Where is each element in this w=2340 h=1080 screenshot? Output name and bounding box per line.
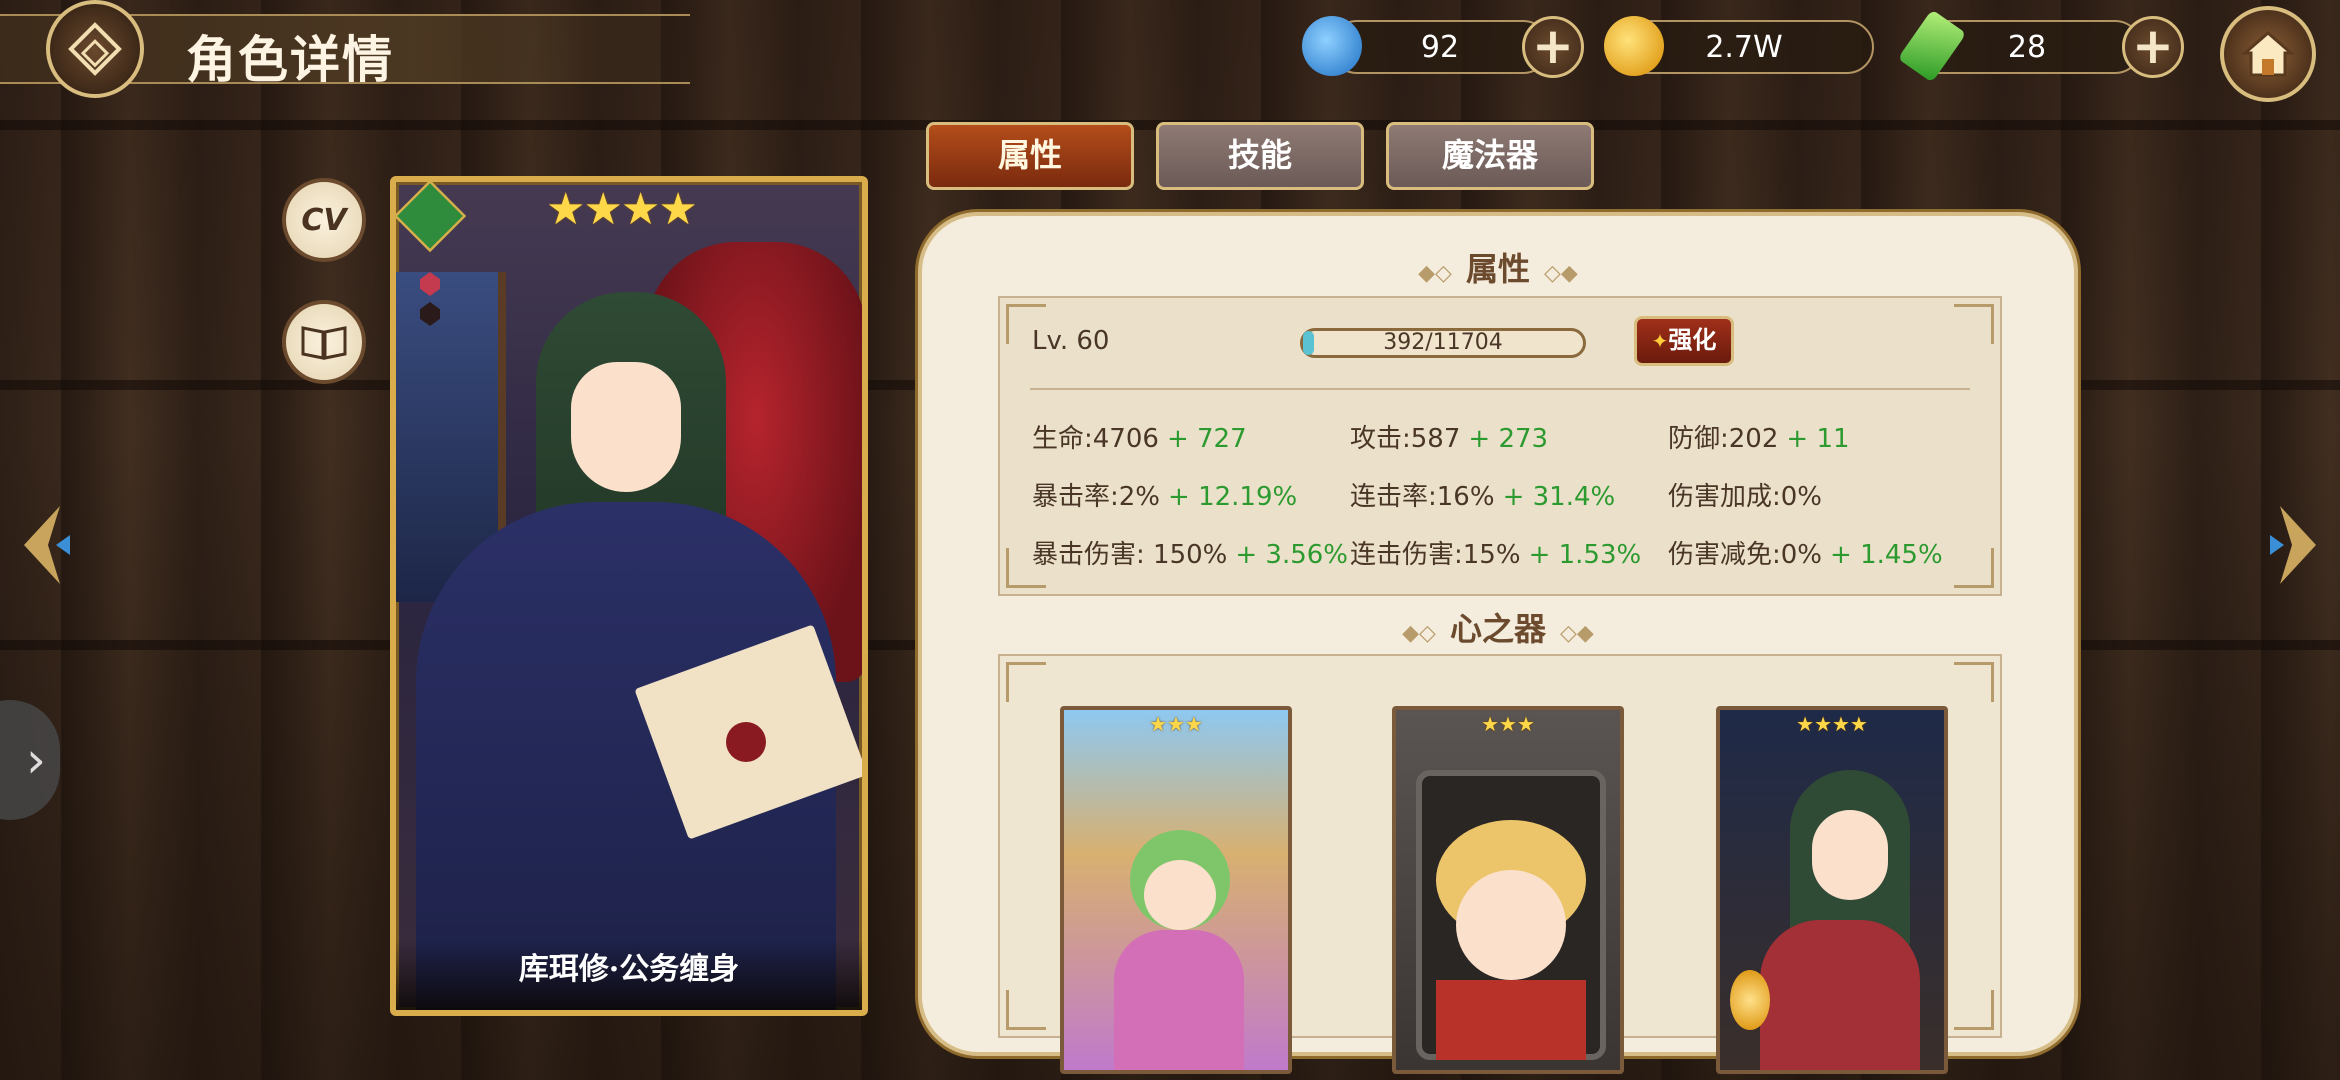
book-icon — [301, 326, 347, 360]
stat-label: 攻击:587 — [1350, 424, 1461, 454]
page-title: 角色详情 — [186, 30, 394, 89]
heart-vessel-box: ★★★ ★★★ ★★★★ — [998, 654, 2002, 1074]
heart-vessel-card-3[interactable]: ★★★★ — [1716, 706, 1948, 1074]
attributes-box: Lv. 60 392/11704 ✦强化 生命:4706 + 727 攻击:587… — [998, 296, 2002, 596]
cv-label: CV — [301, 202, 347, 238]
home-button[interactable] — [2220, 6, 2316, 102]
card-rarity-stars: ★★★★ — [546, 184, 698, 235]
divider — [1030, 388, 1970, 390]
corner-ornament-icon — [1954, 990, 1994, 1030]
stat-attack: 攻击:587 + 273 — [1350, 418, 1548, 455]
next-character-arrow[interactable] — [2266, 500, 2330, 590]
crystal-icon — [1302, 16, 1362, 76]
heart-vessel-section-title: 心之器 — [1449, 610, 1546, 648]
stat-crit-damage: 暴击伤害: 150% + 3.56% — [1032, 534, 1348, 571]
previous-character-arrow[interactable] — [10, 500, 74, 590]
stat-bonus: + 1.53% — [1528, 540, 1642, 570]
heart-vessel-card-2[interactable]: ★★★ — [1392, 706, 1624, 1074]
header-ornament-right-icon: ◇◆ — [1544, 260, 1578, 286]
card-art-seal — [726, 722, 766, 762]
card-art-lamp — [1730, 970, 1770, 1030]
stat-bonus: + 12.19% — [1168, 482, 1298, 512]
card-rarity-stars: ★★★ — [1481, 712, 1535, 736]
card-art-figure — [1760, 920, 1920, 1070]
corner-ornament-icon — [1006, 662, 1046, 702]
profile-book-button[interactable] — [282, 300, 366, 384]
stat-bonus: + 31.4% — [1502, 482, 1616, 512]
stat-combo-damage: 连击伤害:15% + 1.53% — [1350, 534, 1641, 571]
experience-bar: 392/11704 — [1300, 328, 1586, 358]
stat-label: 连击伤害:15% — [1350, 540, 1521, 570]
stat-label: 暴击伤害: 150% — [1032, 540, 1228, 570]
tab-skills[interactable]: 技能 — [1156, 122, 1364, 190]
cv-voice-button[interactable]: CV — [282, 178, 366, 262]
details-panel: ◆◇ 属性 ◇◆ Lv. 60 392/11704 ✦强化 生命:4706 + 727… — [918, 212, 2078, 1074]
card-art-scarf — [1436, 980, 1586, 1060]
heart-vessel-card-1[interactable]: ★★★ — [1060, 706, 1292, 1074]
crystal-counter: 92 — [1330, 20, 1550, 74]
back-button[interactable] — [46, 0, 144, 98]
stat-bonus: + 727 — [1166, 424, 1247, 454]
gem-add-button[interactable]: + — [2122, 16, 2184, 78]
card-art-face — [571, 362, 681, 492]
stat-damage-reduction: 伤害减免:0% + 1.45% — [1668, 534, 1943, 571]
stat-bonus: + 11 — [1786, 424, 1850, 454]
gold-count: 2.7W — [1705, 29, 1783, 65]
header-ornament-left-icon: ◆◇ — [1418, 260, 1452, 286]
stat-bonus: + 273 — [1468, 424, 1549, 454]
tab-magic-items[interactable]: 魔法器 — [1386, 122, 1594, 190]
stat-label: 生命:4706 — [1032, 424, 1159, 454]
stat-defense: 防御:202 + 11 — [1668, 418, 1850, 455]
upgrade-button[interactable]: ✦强化 — [1634, 316, 1734, 366]
crystal-count: 92 — [1420, 29, 1460, 65]
corner-ornament-icon — [1006, 990, 1046, 1030]
corner-ornament-icon — [1954, 662, 1994, 702]
experience-fill — [1303, 331, 1315, 355]
card-art-face — [1812, 810, 1888, 900]
card-art-figure — [1114, 930, 1244, 1070]
upgrade-label: 强化 — [1668, 326, 1717, 354]
stat-damage-bonus: 伤害加成:0% — [1668, 476, 1830, 513]
gem-count: 28 — [2007, 29, 2047, 65]
home-icon — [2241, 31, 2295, 77]
stat-label: 防御:202 — [1668, 424, 1779, 454]
stat-hp: 生命:4706 + 727 — [1032, 418, 1247, 455]
card-art-face — [1144, 860, 1216, 930]
crystal-add-button[interactable]: + — [1522, 16, 1584, 78]
stat-label: 伤害减免:0% — [1668, 540, 1823, 570]
stat-label: 伤害加成:0% — [1668, 482, 1823, 512]
stat-label: 暴击率:2% — [1032, 482, 1161, 512]
card-rarity-stars: ★★★★ — [1796, 712, 1868, 736]
attributes-section-header: ◆◇ 属性 ◇◆ — [922, 244, 2074, 290]
character-name: 库珥修·公务缠身 — [396, 940, 862, 1010]
gold-coin-icon — [1604, 16, 1664, 76]
header-ornament-right-icon: ◇◆ — [1560, 620, 1594, 646]
corner-ornament-icon — [1954, 548, 1994, 588]
character-level: Lv. 60 — [1032, 326, 1110, 356]
stat-bonus: + 1.45% — [1830, 540, 1943, 570]
corner-ornament-icon — [1954, 304, 1994, 344]
stat-combo-rate: 连击率:16% + 31.4% — [1350, 476, 1615, 513]
wind-element-icon — [396, 182, 467, 253]
header-ornament-left-icon: ◆◇ — [1402, 620, 1436, 646]
stat-bonus: + 3.56% — [1235, 540, 1349, 570]
back-diamond-icon — [68, 22, 122, 76]
card-rarity-stars: ★★★ — [1149, 712, 1203, 736]
stat-label: 连击率:16% — [1350, 482, 1495, 512]
upgrade-sparkle-icon: ✦ — [1651, 329, 1669, 353]
card-art-face — [1456, 870, 1566, 980]
attributes-section-title: 属性 — [1465, 250, 1530, 288]
character-card[interactable]: ★★★★ 库珥修·公务缠身 — [390, 176, 868, 1016]
tab-attributes[interactable]: 属性 — [926, 122, 1134, 190]
heart-vessel-section-header: ◆◇ 心之器 ◇◆ — [922, 604, 2074, 650]
experience-text: 392/11704 — [1383, 330, 1503, 355]
stat-crit-rate: 暴击率:2% + 12.19% — [1032, 476, 1297, 513]
